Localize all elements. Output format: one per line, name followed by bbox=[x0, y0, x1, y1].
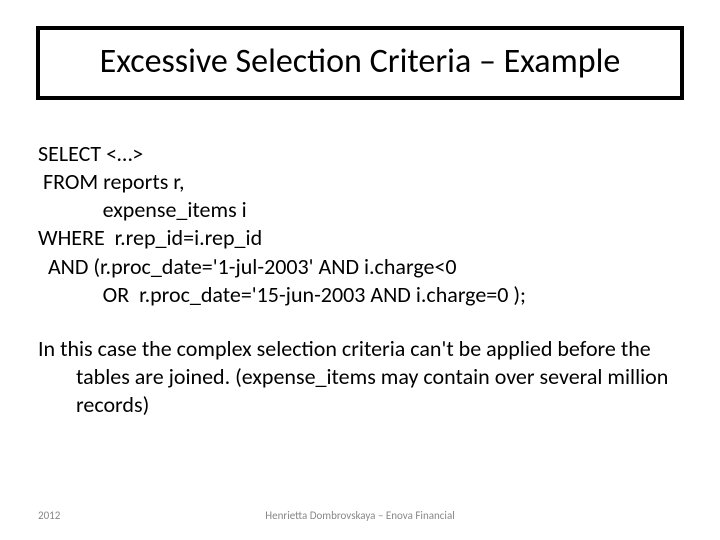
code-line-3: expense_items i bbox=[38, 196, 682, 224]
slide-body: SELECT <…> FROM reports r, expense_items… bbox=[38, 140, 682, 419]
explanation-paragraph: In this case the complex selection crite… bbox=[38, 335, 682, 419]
title-box: Excessive Selection Criteria – Example bbox=[36, 26, 684, 100]
code-line-1: SELECT <…> bbox=[38, 140, 682, 168]
code-line-2: FROM reports r, bbox=[38, 168, 682, 196]
code-line-5: AND (r.proc_date='1-jul-2003' AND i.char… bbox=[38, 253, 682, 281]
slide-title: Excessive Selection Criteria – Example bbox=[50, 44, 670, 80]
code-line-6: OR r.proc_date='15-jun-2003 AND i.charge… bbox=[38, 281, 682, 309]
footer-author: Henrietta Dombrovskaya – Enova Financial bbox=[0, 509, 720, 522]
slide: Excessive Selection Criteria – Example S… bbox=[0, 0, 720, 540]
code-line-4: WHERE r.rep_id=i.rep_id bbox=[38, 224, 682, 252]
